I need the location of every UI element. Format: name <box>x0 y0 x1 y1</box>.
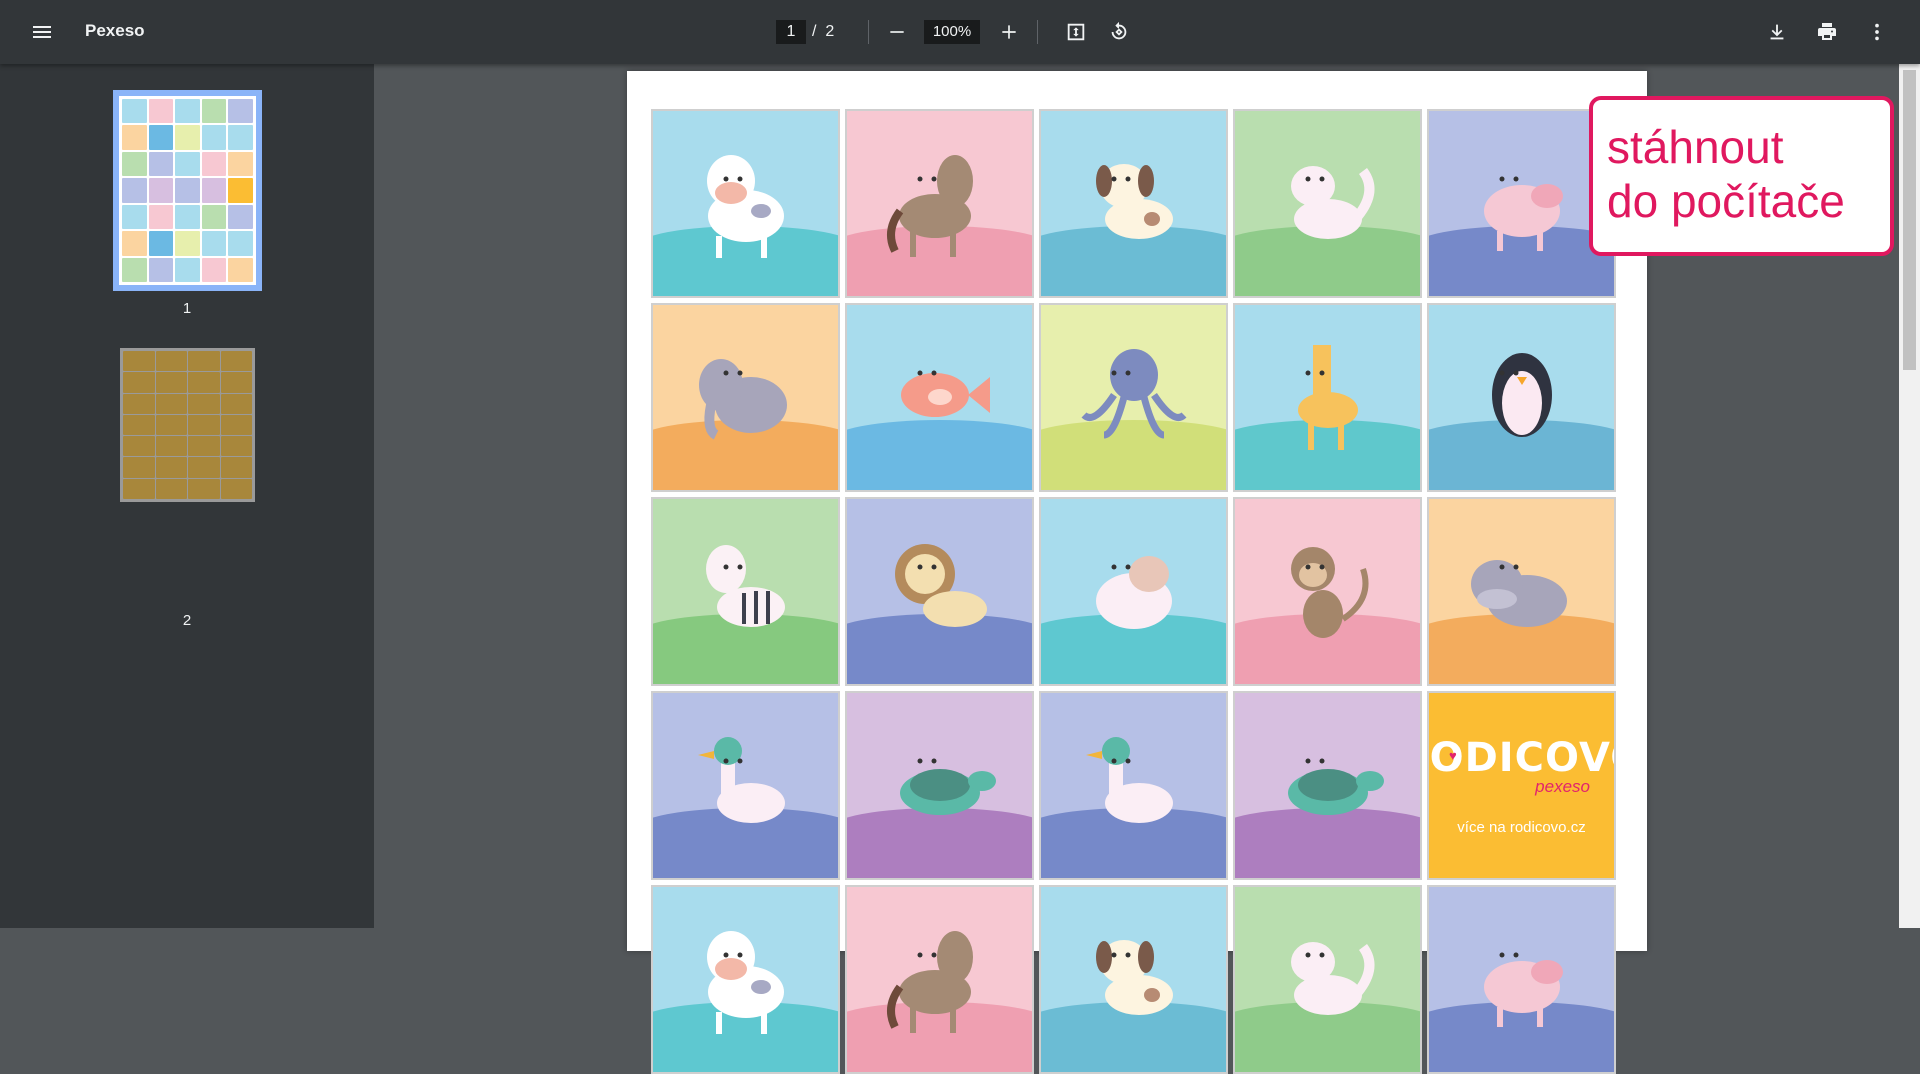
plus-icon <box>1002 25 1016 39</box>
page-number-input[interactable]: 1 <box>776 20 806 44</box>
print-icon <box>1818 23 1836 40</box>
card-octopus <box>1039 303 1228 492</box>
card-giraffe <box>1233 303 1422 492</box>
card-dog <box>1039 109 1228 298</box>
brand-card-rodicovo: ♥RODICOVOpexesovíce na rodicovo.cz <box>1427 691 1616 880</box>
download-icon <box>1770 24 1784 40</box>
lion-icon <box>894 544 987 627</box>
fit-to-page-button[interactable] <box>1056 12 1096 52</box>
giraffe-icon <box>1297 345 1358 450</box>
card-duck <box>1039 691 1228 880</box>
pig-icon <box>1483 952 1563 1027</box>
pexeso-grid: ♥RODICOVOpexesovíce na rodicovo.cz <box>651 109 1616 1074</box>
download-button[interactable] <box>1757 12 1797 52</box>
more-options-button[interactable] <box>1857 12 1897 52</box>
menu-button[interactable] <box>22 12 62 52</box>
page-count: / 2 <box>812 20 834 44</box>
brand-subtitle: pexeso <box>1535 777 1590 796</box>
rotate-icon <box>1111 21 1127 40</box>
callout-line-1: stáhnout <box>1607 121 1784 173</box>
thumbnail-label-2: 2 <box>182 612 192 629</box>
cat-icon <box>1290 166 1374 239</box>
card-monkey <box>1233 497 1422 686</box>
brand-website: více na rodicovo.cz <box>1457 819 1586 836</box>
page-thumbnail-2[interactable] <box>120 348 255 502</box>
card-pig <box>1427 109 1616 298</box>
thumbnail-label-1: 1 <box>182 300 192 317</box>
vertical-scrollbar[interactable] <box>1899 64 1920 928</box>
card-lion <box>845 497 1034 686</box>
elephant-icon <box>698 359 787 440</box>
zoom-level-input[interactable]: 100% <box>924 20 980 44</box>
rotate-button[interactable] <box>1099 12 1139 52</box>
card-turtle <box>845 691 1034 880</box>
card-penguin <box>1427 303 1616 492</box>
page-separator: / <box>812 23 817 40</box>
card-pig <box>1427 885 1616 1074</box>
card-elephant <box>651 303 840 492</box>
cow-icon <box>706 155 784 258</box>
card-turtle <box>1233 691 1422 880</box>
thumbnail-preview <box>119 96 256 285</box>
duck-icon <box>697 737 785 823</box>
dog-icon <box>1095 164 1173 239</box>
fish-icon <box>900 370 990 417</box>
horse-icon <box>886 155 973 257</box>
card-zebra <box>651 497 840 686</box>
zoom-out-button[interactable] <box>877 12 917 52</box>
dog-icon <box>1095 940 1173 1015</box>
minus-icon <box>890 31 904 33</box>
zebra-icon <box>705 545 785 627</box>
card-dog <box>1039 885 1228 1074</box>
penguin-icon <box>1491 353 1552 437</box>
menu-icon <box>33 26 51 38</box>
card-cat <box>1233 109 1422 298</box>
card-hippo <box>1427 497 1616 686</box>
pdf-toolbar: Pexeso 1 / 2 100% <box>0 0 1920 64</box>
cow-icon <box>706 931 784 1034</box>
download-callout: stáhnout do počítače <box>1589 96 1894 256</box>
toolbar-divider <box>1037 20 1038 44</box>
horse-icon <box>886 931 973 1033</box>
octopus-icon <box>1081 349 1186 439</box>
pdf-page: ♥RODICOVOpexesovíce na rodicovo.cz <box>627 71 1647 1074</box>
turtle-icon <box>899 758 996 815</box>
more-vert-icon <box>1875 23 1879 41</box>
pig-icon <box>1483 176 1563 251</box>
hippo-icon <box>1470 560 1567 627</box>
thumbnail-preview <box>123 351 252 499</box>
card-cat <box>1233 885 1422 1074</box>
sheep-icon <box>1095 556 1172 629</box>
thumbnail-sidebar: 1 2 <box>0 64 374 928</box>
card-sheep <box>1039 497 1228 686</box>
duck-icon <box>1085 737 1173 823</box>
document-title: Pexeso <box>85 21 145 40</box>
card-horse <box>845 109 1034 298</box>
card-duck <box>651 691 840 880</box>
page-total: 2 <box>825 23 835 40</box>
card-cow <box>651 885 840 1074</box>
fit-page-icon <box>1067 23 1085 41</box>
zoom-in-button[interactable] <box>989 12 1029 52</box>
card-cow <box>651 109 840 298</box>
heart-icon: ♥ <box>1449 748 1457 763</box>
monkey-icon <box>1290 547 1368 638</box>
toolbar-divider <box>868 20 869 44</box>
card-horse <box>845 885 1034 1074</box>
print-button[interactable] <box>1807 12 1847 52</box>
page-thumbnail-1[interactable] <box>113 90 262 291</box>
scrollbar-thumb[interactable] <box>1903 70 1916 370</box>
turtle-icon <box>1287 758 1384 815</box>
callout-line-2: do počítače <box>1607 175 1845 227</box>
cat-icon <box>1290 942 1374 1015</box>
card-fish <box>845 303 1034 492</box>
